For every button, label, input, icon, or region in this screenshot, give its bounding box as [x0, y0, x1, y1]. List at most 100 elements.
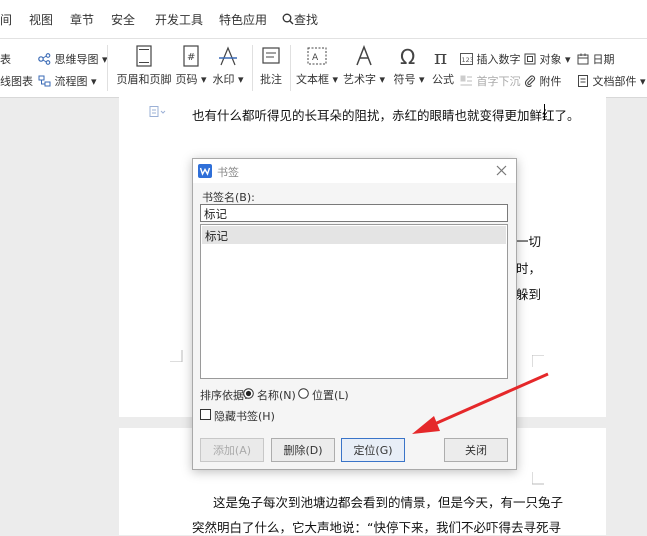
watermark-button[interactable]: 水印 ▾: [212, 45, 244, 87]
header-footer-icon: [136, 45, 152, 67]
number-icon: 123: [460, 53, 474, 65]
menu-partial[interactable]: 间: [0, 11, 12, 28]
list-item[interactable]: 标记: [202, 226, 506, 244]
svg-text:123: 123: [462, 56, 474, 64]
page-corner-mark: [170, 350, 183, 362]
flowchart-icon: [38, 75, 51, 87]
hidden-bookmark-checkbox[interactable]: [200, 409, 211, 420]
formula-label: 公式: [432, 73, 454, 86]
comment-icon: [262, 47, 280, 64]
watermark-label: 水印: [212, 73, 235, 86]
ribbon-partial-table[interactable]: 表: [0, 51, 11, 67]
first-letter-sink-button: 首字下沉: [460, 73, 521, 89]
add-button: 添加(A): [200, 438, 264, 462]
sort-name-label: 名称(N): [257, 389, 296, 402]
ribbon-toolbar: 表 线图表 思维导图 ▾ 流程图 ▾ 页眉和页脚 # 页码 ▾ 水印 ▾ 批注 …: [0, 39, 647, 98]
annotation-arrow-icon: [412, 372, 549, 434]
document-text-partial: 时，: [516, 261, 542, 276]
art-text-label: 艺术字: [343, 73, 376, 86]
formula-button[interactable]: π 公式: [429, 45, 457, 87]
hidden-bookmark-label: 隐藏书签(H): [214, 410, 275, 423]
svg-text:π: π: [434, 45, 447, 67]
flowchart-button[interactable]: 流程图 ▾: [38, 73, 97, 89]
goto-button[interactable]: 定位(G): [341, 438, 405, 462]
list-item-label: 标记: [205, 229, 228, 243]
bookmark-list[interactable]: 标记: [200, 224, 508, 379]
delete-button[interactable]: 删除(D): [271, 438, 335, 462]
object-button[interactable]: 对象 ▾: [524, 51, 571, 67]
menu-developer-tools[interactable]: 开发工具: [155, 11, 203, 28]
pi-icon: π: [434, 45, 447, 67]
bookmark-name-value: 标记: [204, 207, 227, 221]
close-icon[interactable]: [496, 165, 507, 176]
object-label: 对象: [539, 53, 562, 66]
sort-position-radio[interactable]: [298, 388, 309, 399]
attachment-label: 附件: [539, 75, 562, 88]
svg-text:Ω: Ω: [400, 45, 415, 67]
menu-view[interactable]: 视图: [29, 11, 53, 28]
page-number-label: 页码: [175, 73, 198, 86]
art-text-button[interactable]: 艺术字 ▾: [343, 45, 385, 87]
header-footer-button[interactable]: 页眉和页脚: [116, 45, 172, 87]
textbox-button[interactable]: A 文本框 ▾: [296, 45, 338, 87]
doc-parts-button[interactable]: 文档部件 ▾: [577, 73, 646, 89]
calendar-icon: [577, 53, 589, 65]
search-label: 查找: [294, 13, 319, 27]
symbol-button[interactable]: Ω 符号 ▾: [392, 45, 426, 87]
sort-position-label: 位置(L): [312, 389, 349, 402]
document-text-line: 也有什么都听得见的长耳朵的阻扰，赤红的眼睛也就变得更加鲜红了。: [192, 108, 580, 123]
ribbon-divider: [107, 45, 108, 91]
text-cursor: [544, 104, 545, 120]
document-text-partial: 一切: [516, 234, 542, 249]
menu-security[interactable]: 安全: [111, 11, 135, 28]
dialog-titlebar[interactable]: 书签: [193, 159, 516, 183]
watermark-icon: [219, 46, 237, 66]
attachment-button[interactable]: 附件: [524, 73, 562, 89]
object-icon: [524, 53, 536, 65]
art-text-icon: [356, 45, 372, 66]
flowchart-label: 流程图: [54, 75, 88, 88]
doc-parts-icon: [578, 75, 588, 87]
comment-button[interactable]: 批注: [257, 45, 285, 87]
mindmap-icon: [38, 53, 51, 65]
first-letter-sink-label: 首字下沉: [476, 75, 521, 88]
ribbon-partial-chart[interactable]: 线图表: [0, 73, 33, 89]
close-button[interactable]: 关闭: [444, 438, 508, 462]
page-number-icon: #: [183, 45, 199, 67]
date-label: 日期: [592, 53, 615, 66]
menu-chapter[interactable]: 章节: [70, 11, 94, 28]
paperclip-icon: [524, 75, 536, 88]
doc-parts-label: 文档部件: [592, 75, 637, 88]
wps-logo-icon: [198, 164, 212, 178]
svg-text:#: #: [187, 52, 195, 63]
document-text-line: 这是兔子每次到池塘边都会看到的情景，但是今天，有一只兔子: [213, 495, 564, 510]
insert-number-label: 插入数字: [476, 53, 521, 66]
page-number-button[interactable]: # 页码 ▾: [175, 45, 207, 87]
page-corner-mark: [532, 472, 544, 485]
header-footer-label: 页眉和页脚: [116, 73, 172, 86]
menu-bar: 间 视图 章节 安全 开发工具 特色应用 查找: [0, 0, 647, 39]
bookmark-name-label: 书签名(B):: [202, 191, 255, 204]
sort-name-radio[interactable]: [243, 388, 254, 399]
symbol-label: 符号: [393, 73, 416, 86]
paragraph-handle-icon[interactable]: [149, 106, 167, 118]
menu-special-apps[interactable]: 特色应用: [219, 11, 267, 28]
ribbon-divider: [252, 45, 253, 91]
search-menu[interactable]: 查找: [282, 11, 318, 28]
search-icon: [282, 13, 294, 25]
textbox-label: 文本框: [296, 73, 329, 86]
mindmap-button[interactable]: 思维导图 ▾: [38, 51, 108, 67]
mindmap-label: 思维导图: [54, 53, 99, 66]
comment-label: 批注: [260, 73, 282, 86]
page-corner-mark: [532, 355, 544, 367]
omega-icon: Ω: [400, 45, 415, 67]
sort-by-label: 排序依据:: [200, 389, 248, 402]
textbox-icon: A: [307, 47, 327, 65]
date-button[interactable]: 日期: [577, 51, 615, 67]
document-text-line: 突然明白了什么，它大声地说：“快停下来，我们不必吓得去寻死寻: [192, 520, 561, 535]
svg-text:A: A: [312, 53, 319, 63]
insert-number-button[interactable]: 123 插入数字: [460, 51, 521, 67]
drop-cap-icon: [460, 75, 472, 86]
bookmark-name-input[interactable]: 标记: [200, 204, 508, 222]
document-text-partial: 躲到: [516, 287, 542, 302]
